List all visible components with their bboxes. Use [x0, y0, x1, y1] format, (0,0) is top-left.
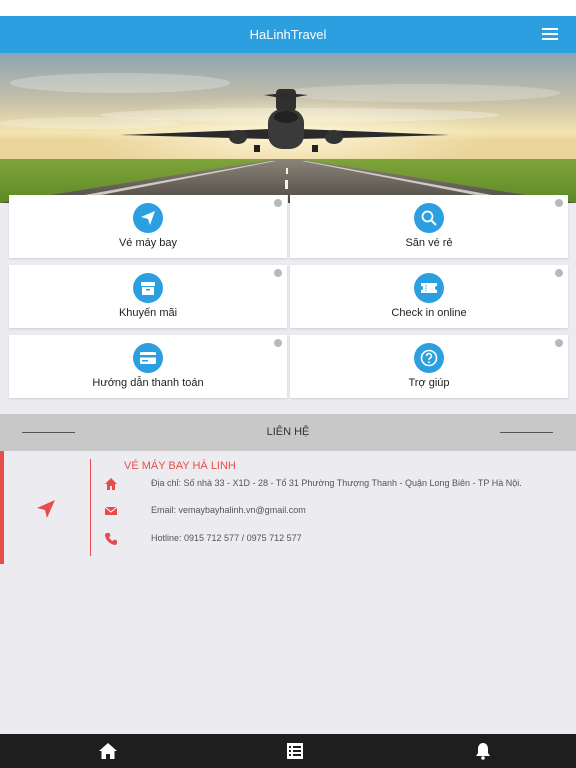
home-icon[interactable] — [98, 742, 118, 760]
paper-plane-icon — [36, 499, 56, 524]
tile-label: Hướng dẫn thanh toán — [92, 377, 204, 389]
hero-image — [0, 53, 576, 203]
check-badge-icon — [274, 199, 282, 207]
paper-plane-icon — [133, 203, 163, 233]
archive-box-icon — [133, 273, 163, 303]
tile-label: Khuyến mãi — [118, 307, 178, 319]
check-badge-icon — [274, 339, 282, 347]
contact-section-header: LIÊN HỆ — [0, 414, 576, 451]
hotline-text[interactable]: Hotline: 0915 712 577 / 0975 712 577 — [151, 533, 302, 543]
app-title: HaLinhTravel — [249, 27, 327, 42]
check-badge-icon — [555, 339, 563, 347]
divider-line — [500, 432, 553, 433]
ticket-icon — [414, 273, 444, 303]
phone-icon — [104, 532, 118, 546]
bell-icon[interactable] — [474, 742, 494, 760]
tile-label: Vé máy bay — [118, 237, 178, 249]
address-text: Địa chỉ: Số nhà 33 - X1D - 28 - Tổ 31 Ph… — [151, 478, 522, 488]
tile-tro-giup[interactable]: Trợ giúp — [290, 335, 568, 398]
divider-line — [90, 459, 91, 556]
email-text[interactable]: Email: vemaybayhalinh.vn@gmail.com — [151, 505, 306, 515]
tile-label: Check in online — [391, 307, 467, 319]
bottom-tab-bar — [0, 734, 576, 768]
top-nav-bar: HaLinhTravel — [0, 16, 576, 53]
contact-card: VÉ MÁY BAY HÀ LINH Địa chỉ: Số nhà 33 - … — [0, 451, 576, 564]
mail-icon — [104, 504, 118, 518]
credit-card-icon — [133, 343, 163, 373]
accent-bar — [0, 451, 4, 564]
tile-huong-dan-thanh-toan[interactable]: Hướng dẫn thanh toán — [9, 335, 287, 398]
tile-khuyen-mai[interactable]: Khuyến mãi — [9, 265, 287, 328]
tile-ve-may-bay[interactable]: Vé máy bay — [9, 195, 287, 258]
contact-title: LIÊN HỆ — [266, 426, 310, 438]
list-icon[interactable] — [286, 742, 306, 760]
company-name: VÉ MÁY BAY HÀ LINH — [124, 460, 236, 472]
hamburger-menu-icon[interactable] — [542, 28, 558, 40]
tile-label: Săn vé rẻ — [405, 237, 453, 249]
check-badge-icon — [274, 269, 282, 277]
question-mark-icon — [414, 343, 444, 373]
magnifier-icon — [414, 203, 444, 233]
check-badge-icon — [555, 199, 563, 207]
tile-label: Trợ giúp — [408, 377, 450, 389]
check-badge-icon — [555, 269, 563, 277]
home-icon — [104, 477, 118, 491]
tile-check-in-online[interactable]: Check in online — [290, 265, 568, 328]
tile-san-ve-re[interactable]: Săn vé rẻ — [290, 195, 568, 258]
status-bar — [0, 0, 576, 16]
